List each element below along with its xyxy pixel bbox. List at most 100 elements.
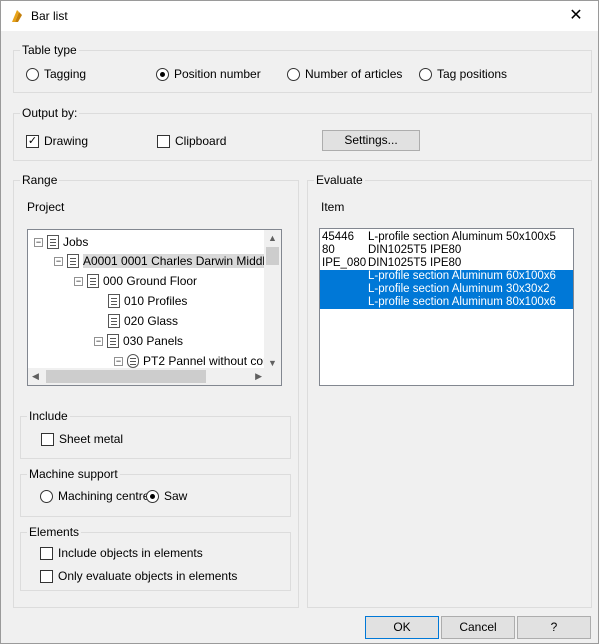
bar-list-dialog: Bar list ✕ Table type Tagging Position n… (0, 0, 599, 644)
scroll-thumb[interactable] (46, 370, 206, 383)
item-code (320, 283, 368, 296)
project-label: Project (27, 200, 65, 214)
folder-list-icon (47, 235, 59, 249)
item-description: L-profile section Aluminum 60x100x6 (368, 270, 556, 282)
checkbox-indicator[interactable] (40, 546, 53, 560)
list-item[interactable]: IPE_080 DIN1025T5 IPE80 (320, 257, 573, 270)
settings-button-label: Settings... (344, 133, 398, 147)
tree-node-profiles[interactable]: 010 Profiles (108, 291, 187, 311)
collapse-icon[interactable]: − (34, 237, 43, 247)
item-description: L-profile section Aluminum 50x100x5 (368, 231, 556, 243)
checkbox-indicator[interactable] (40, 569, 53, 583)
checkbox-indicator[interactable] (41, 432, 54, 446)
item-label: Item (321, 200, 345, 214)
tree-node-jobs[interactable]: − Jobs (34, 232, 88, 252)
table-type-label: Table type (20, 43, 79, 57)
only-evaluate-checkbox[interactable]: Only evaluate objects in elements (40, 569, 237, 583)
include-objects-checkbox[interactable]: Include objects in elements (40, 546, 203, 560)
radio-position-number-label: Position number (174, 67, 261, 81)
tree-node-label: 000 Ground Floor (103, 274, 198, 288)
radio-machining-centre[interactable]: Machining centre (40, 489, 149, 503)
radio-saw[interactable]: Saw (146, 489, 187, 503)
tree-vertical-scrollbar[interactable]: ▲ ▼ (264, 230, 281, 370)
list-icon (107, 334, 119, 348)
collapse-icon[interactable]: − (74, 276, 83, 286)
floor-icon (87, 274, 99, 288)
machining-centre-label: Machining centre (58, 489, 150, 503)
collapse-icon[interactable]: − (114, 356, 123, 366)
checkmark-icon[interactable]: ✓ (26, 134, 39, 148)
help-icon: ? (550, 620, 558, 634)
collapse-icon[interactable]: − (94, 336, 103, 346)
list-item-selected[interactable]: L-profile section Aluminum 80x100x6 (320, 296, 573, 309)
clipboard-label: Clipboard (175, 134, 227, 148)
radio-indicator-selected[interactable] (146, 489, 159, 503)
item-code (320, 270, 368, 283)
item-list[interactable]: 45446 L-profile section Aluminum 50x100x… (319, 228, 574, 386)
radio-tag-positions-label: Tag positions (437, 67, 508, 81)
machine-support-label: Machine support (27, 467, 120, 481)
tree-node-ground-floor[interactable]: − 000 Ground Floor (74, 271, 197, 291)
saw-label: Saw (164, 489, 188, 503)
radio-tagging[interactable]: Tagging (26, 67, 86, 81)
tree-node-label: 020 Glass (124, 314, 179, 328)
list-item-selected[interactable]: L-profile section Aluminum 60x100x6 (320, 270, 573, 283)
item-code: 80 (322, 244, 335, 256)
list-item-selected[interactable]: L-profile section Aluminum 30x30x2 (320, 283, 573, 296)
tree-node-glass[interactable]: 020 Glass (108, 311, 178, 331)
elements-label: Elements (27, 525, 82, 539)
help-button[interactable]: ? (517, 616, 591, 639)
radio-indicator[interactable] (40, 489, 53, 503)
app-icon (12, 10, 22, 22)
only-evaluate-label: Only evaluate objects in elements (58, 569, 238, 583)
clipboard-checkbox[interactable]: Clipboard (157, 134, 226, 148)
radio-number-of-articles-label: Number of articles (305, 67, 403, 81)
item-description: DIN1025T5 IPE80 (368, 244, 462, 256)
list-item[interactable]: 80 DIN1025T5 IPE80 (320, 244, 573, 257)
list-item[interactable]: 45446 L-profile section Aluminum 50x100x… (320, 231, 573, 244)
cancel-button[interactable]: Cancel (441, 616, 515, 639)
checkbox-indicator[interactable] (157, 134, 170, 148)
radio-indicator[interactable] (26, 67, 39, 81)
title-bar: Bar list ✕ (1, 1, 598, 31)
evaluate-label: Evaluate (314, 173, 365, 187)
element-icon (127, 354, 139, 368)
project-tree[interactable]: − Jobs − A0001 0001 Charles Darwin Middl… (27, 229, 282, 386)
tree-node-project[interactable]: − A0001 0001 Charles Darwin Middle S (54, 251, 281, 271)
sheet-metal-label: Sheet metal (59, 432, 124, 446)
sheet-metal-checkbox[interactable]: Sheet metal (41, 432, 123, 446)
scroll-left-icon[interactable]: ◀ (32, 371, 39, 382)
include-label: Include (27, 409, 70, 423)
item-code: IPE_080 (322, 257, 367, 269)
scroll-down-icon[interactable]: ▼ (268, 358, 277, 368)
radio-position-number[interactable]: Position number (156, 67, 261, 81)
tree-horizontal-scrollbar[interactable]: ◀ ▶ (28, 368, 266, 385)
output-by-group: Output by: (13, 106, 592, 161)
scroll-right-icon[interactable]: ▶ (255, 371, 262, 382)
tree-node-panels[interactable]: − 030 Panels (94, 331, 183, 351)
radio-indicator-selected[interactable] (156, 67, 169, 81)
drawing-checkbox[interactable]: ✓ Drawing (26, 134, 88, 148)
close-button[interactable]: ✕ (554, 1, 598, 31)
range-label: Range (20, 173, 60, 187)
close-icon: ✕ (569, 7, 583, 24)
tree-node-label: PT2 Pannel without cor (143, 354, 268, 368)
project-icon (67, 254, 79, 268)
scroll-corner (264, 368, 281, 385)
item-description: L-profile section Aluminum 30x30x2 (368, 283, 550, 295)
ok-button[interactable]: OK (365, 616, 439, 639)
radio-indicator[interactable] (287, 67, 300, 81)
scroll-up-icon[interactable]: ▲ (268, 233, 277, 243)
tree-node-label: 030 Panels (123, 334, 184, 348)
drawing-label: Drawing (44, 134, 89, 148)
settings-button[interactable]: Settings... (322, 130, 420, 151)
collapse-icon[interactable]: − (54, 256, 63, 266)
radio-indicator[interactable] (419, 67, 432, 81)
cancel-button-label: Cancel (459, 620, 497, 634)
tree-node-label: 010 Profiles (124, 294, 188, 308)
tree-node-label: Jobs (63, 235, 89, 249)
radio-number-of-articles[interactable]: Number of articles (287, 67, 402, 81)
scroll-thumb[interactable] (266, 247, 279, 265)
item-code: 45446 (322, 231, 354, 243)
radio-tag-positions[interactable]: Tag positions (419, 67, 507, 81)
